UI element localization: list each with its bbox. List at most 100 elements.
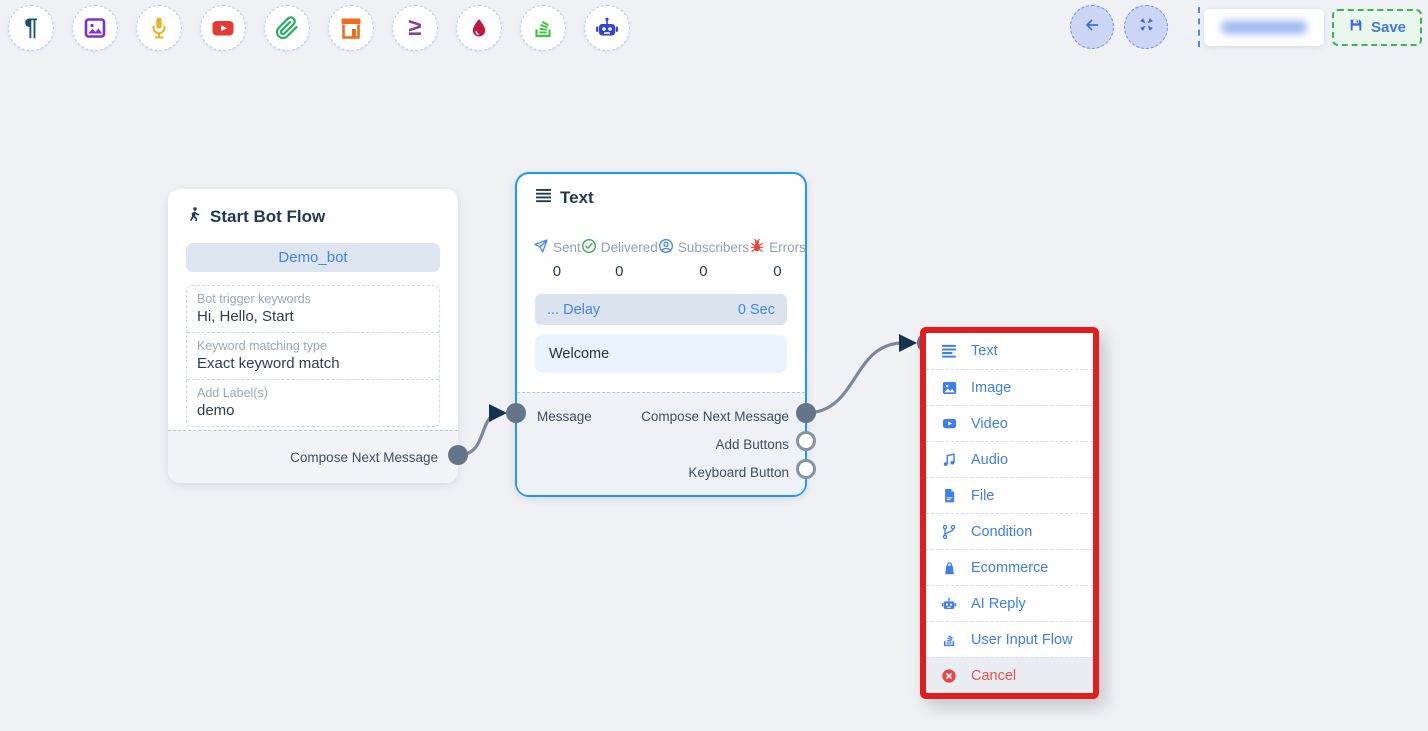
shopping-bag-icon xyxy=(939,560,959,576)
menu-item-label: AI Reply xyxy=(971,596,1026,612)
stat-value: 0 xyxy=(553,263,561,280)
palette-ecommerce-button[interactable] xyxy=(328,5,374,51)
field-label: Bot trigger keywords xyxy=(197,292,429,306)
message-text: Welcome xyxy=(549,346,609,362)
dashed-separator xyxy=(1198,7,1200,47)
field-label: Add Label(s) xyxy=(197,386,429,400)
compress-view-button[interactable] xyxy=(1124,5,1168,49)
delay-label: ... Delay xyxy=(547,302,600,318)
field-bot-trigger-keywords[interactable]: Bot trigger keywords Hi, Hello, Start xyxy=(187,286,439,332)
menu-item-label: Ecommerce xyxy=(971,560,1048,576)
music-note-icon xyxy=(939,452,959,468)
arrow-left-icon xyxy=(1082,15,1102,40)
greater-equal-condition-icon: ≥ xyxy=(408,16,421,40)
image-icon xyxy=(939,380,959,396)
palette-file-button[interactable] xyxy=(264,5,310,51)
menu-item-label: Audio xyxy=(971,452,1008,468)
errors-bug-icon xyxy=(749,238,765,257)
palette-video-button[interactable] xyxy=(200,5,246,51)
microphone-icon xyxy=(147,16,171,40)
connector-arrowhead xyxy=(489,404,507,422)
compress-icon xyxy=(1138,16,1155,38)
floppy-disk-icon xyxy=(1348,17,1364,37)
menu-item-label: File xyxy=(971,488,994,504)
menu-item-file[interactable]: File xyxy=(926,477,1093,513)
start-node-fields: Bot trigger keywords Hi, Hello, Start Ke… xyxy=(186,285,440,427)
stat-value: 0 xyxy=(773,263,781,280)
connector-text-to-menu xyxy=(806,343,903,413)
menu-lines-icon xyxy=(535,188,552,208)
delivered-check-circle-icon xyxy=(581,238,597,257)
node-palette-toolbar: ¶ ≥ xyxy=(8,5,630,51)
stat-label: Errors xyxy=(769,240,806,255)
paperclip-file-icon xyxy=(275,16,299,40)
compose-next-message-output-label: Compose Next Message xyxy=(290,450,438,465)
back-button[interactable] xyxy=(1070,5,1114,49)
text-node-stats: Sent 0 Delivered 0 Subscribers 0 xyxy=(533,238,789,280)
text-lines-icon xyxy=(939,344,959,358)
delay-setting-row[interactable]: ... Delay 0 Sec xyxy=(535,294,787,325)
user-input-flow-icon xyxy=(939,632,959,648)
menu-item-ai-reply[interactable]: AI Reply xyxy=(926,585,1093,621)
add-node-context-menu: Text Image Video Audio File Condition xyxy=(920,327,1099,699)
flow-name-section xyxy=(1198,7,1324,47)
connector-start-to-text xyxy=(458,413,502,455)
stat-value: 0 xyxy=(699,263,707,280)
menu-item-label: Image xyxy=(971,380,1011,396)
field-add-labels[interactable]: Add Label(s) demo xyxy=(187,379,439,426)
field-value: demo xyxy=(197,402,429,419)
video-play-icon xyxy=(939,416,959,431)
text-node-title: Text xyxy=(560,188,594,208)
menu-item-label: User Input Flow xyxy=(971,632,1073,648)
file-document-icon xyxy=(939,487,959,504)
save-button[interactable]: Save xyxy=(1332,9,1422,46)
keyboard-button-output-label: Keyboard Button xyxy=(688,465,789,480)
field-value: Exact keyword match xyxy=(197,355,429,372)
stat-label: Subscribers xyxy=(678,240,749,255)
stat-delivered: Delivered 0 xyxy=(581,238,658,280)
text-message-node[interactable]: Text Sent 0 Delivered 0 xyxy=(515,172,807,497)
stat-label: Delivered xyxy=(601,240,658,255)
delay-value: 0 Sec xyxy=(738,302,775,318)
droplet-icon xyxy=(468,16,490,40)
save-label: Save xyxy=(1371,19,1406,36)
palette-image-button[interactable] xyxy=(72,5,118,51)
menu-item-video[interactable]: Video xyxy=(926,405,1093,441)
start-bot-flow-node[interactable]: Start Bot Flow Demo_bot Bot trigger keyw… xyxy=(168,189,458,483)
menu-item-ecommerce[interactable]: Ecommerce xyxy=(926,549,1093,585)
robot-ai-icon xyxy=(594,16,620,40)
palette-audio-button[interactable] xyxy=(136,5,182,51)
palette-user-input-flow-button[interactable] xyxy=(520,5,566,51)
sent-paper-plane-icon xyxy=(533,238,549,257)
connector-arrowhead xyxy=(899,334,917,352)
field-value: Hi, Hello, Start xyxy=(197,308,429,325)
condition-branch-icon xyxy=(939,524,959,540)
stat-errors: Errors 0 xyxy=(749,238,806,280)
canvas-controls: Save xyxy=(1070,5,1422,49)
menu-item-user-input-flow[interactable]: User Input Flow xyxy=(926,621,1093,657)
menu-item-image[interactable]: Image xyxy=(926,369,1093,405)
message-content-box[interactable]: Welcome xyxy=(535,335,787,373)
menu-item-condition[interactable]: Condition xyxy=(926,513,1093,549)
palette-condition-button[interactable]: ≥ xyxy=(392,5,438,51)
text-node-header: Text xyxy=(517,174,805,208)
bot-name-button[interactable]: Demo_bot xyxy=(186,243,440,272)
stat-label: Sent xyxy=(553,240,581,255)
add-buttons-output-label: Add Buttons xyxy=(715,437,789,452)
field-keyword-matching-type[interactable]: Keyword matching type Exact keyword matc… xyxy=(187,332,439,379)
user-input-flow-icon xyxy=(531,16,555,40)
stat-value: 0 xyxy=(615,263,623,280)
compose-next-message-output-label: Compose Next Message xyxy=(641,409,789,424)
menu-item-text[interactable]: Text xyxy=(926,333,1093,369)
redacted-flow-name-button[interactable] xyxy=(1204,9,1324,46)
blurred-text xyxy=(1221,21,1307,34)
walking-person-icon xyxy=(186,205,202,229)
palette-ai-reply-button[interactable] xyxy=(584,5,630,51)
palette-text-button[interactable]: ¶ xyxy=(8,5,54,51)
menu-item-label: Text xyxy=(971,343,998,359)
field-label: Keyword matching type xyxy=(197,339,429,353)
menu-item-cancel[interactable]: Cancel xyxy=(926,657,1093,693)
palette-drip-button[interactable] xyxy=(456,5,502,51)
menu-item-audio[interactable]: Audio xyxy=(926,441,1093,477)
menu-item-label: Condition xyxy=(971,524,1032,540)
